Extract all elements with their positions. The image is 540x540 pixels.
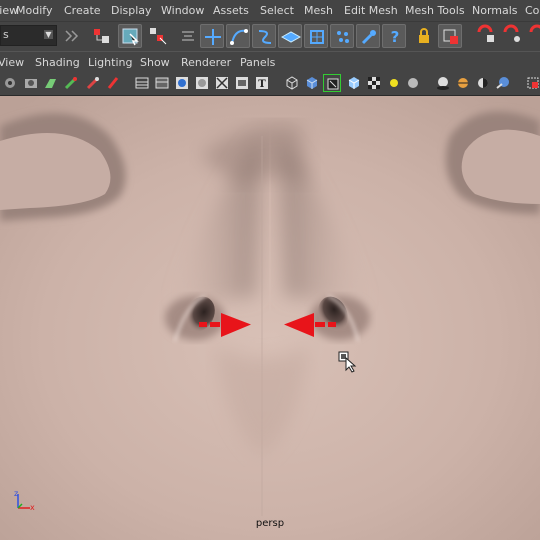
camera-name-label: persp [255,518,285,529]
menu-select[interactable]: Select [260,4,294,17]
cube-shaded-icon[interactable] [303,74,321,92]
select-component-icon[interactable] [146,24,170,48]
menu-create[interactable]: Create [64,4,101,17]
mouse-cursor-icon [338,351,357,373]
axis-z-label: z [14,489,19,498]
smooth-shade-icon[interactable] [153,74,171,92]
select-object-icon[interactable] [118,24,142,48]
menu-mesh[interactable]: Mesh [304,4,333,17]
svg-text:T: T [258,79,266,90]
panel-menu-show[interactable]: Show [140,56,170,69]
svg-text:?: ? [391,28,400,46]
axis-x-label: x [30,503,35,512]
motion-blur-icon[interactable] [474,74,492,92]
texture-icon[interactable] [213,74,231,92]
film-gate-icon[interactable] [62,74,80,92]
grid-icon[interactable] [104,74,122,92]
select-by-hierarchy-icon[interactable] [90,24,114,48]
checker-icon[interactable] [365,74,383,92]
cube-light-icon[interactable] [345,74,363,92]
main-menu-bar: View Modify Create Display Window Assets… [0,0,540,21]
snap-to-grid-icon[interactable] [200,24,224,48]
menu-window[interactable]: Window [161,4,204,17]
ipr-render-icon[interactable] [474,24,498,48]
light-grey-icon[interactable] [404,74,422,92]
history-filter-icon[interactable] [176,24,196,48]
cube-wire-icon[interactable] [283,74,301,92]
ambient-occlusion-icon[interactable] [454,74,472,92]
menu-mesh-tools[interactable]: Mesh Tools [405,4,465,17]
xray-icon[interactable] [193,74,211,92]
text-icon[interactable]: T [253,74,271,92]
render-icon[interactable] [330,24,354,48]
panel-menu-view[interactable]: View [0,56,24,69]
menu-assets[interactable]: Assets [213,4,249,17]
resolution-gate-icon[interactable] [84,74,102,92]
image-plane-icon[interactable] [42,74,60,92]
wireframe-icon[interactable] [133,74,151,92]
menu-set-dropdown[interactable]: s ▼ [0,25,57,46]
snap-to-curve-icon[interactable] [226,24,250,48]
menu-normals[interactable]: Normals [472,4,518,17]
chevron-down-icon: ▼ [44,30,53,39]
panel-menu-renderer[interactable]: Renderer [181,56,231,69]
bookmark-icon[interactable] [22,74,40,92]
gamma-icon[interactable] [524,74,540,92]
make-live-icon[interactable] [304,24,328,48]
panel-menu-bar: View Shading Lighting Show Renderer Pane… [0,51,540,72]
perspective-viewport[interactable]: z x persp [0,96,540,540]
render-view-icon[interactable] [526,24,540,48]
status-line-toolbar: s ▼ ? [0,21,540,52]
paint-select-icon[interactable] [356,24,380,48]
left-arrow-annotation-icon [284,313,336,337]
panel-menu-lighting[interactable]: Lighting [88,56,132,69]
render-settings-icon[interactable] [500,24,524,48]
menu-modify[interactable]: Modify [16,4,52,17]
menu-set-value: s [3,28,9,41]
lock-icon[interactable] [412,24,436,48]
menu-display[interactable]: Display [111,4,152,17]
menu-edit-mesh[interactable]: Edit Mesh [344,4,398,17]
isolate-select-icon[interactable] [323,74,341,92]
shadow-sphere-icon[interactable] [434,74,452,92]
panel-menu-panels[interactable]: Panels [240,56,275,69]
panel-menu-shading[interactable]: Shading [35,56,80,69]
selection-lock-icon[interactable] [438,24,462,48]
snap-to-point-icon[interactable] [252,24,276,48]
wireframe-on-shaded-icon[interactable] [173,74,191,92]
multisample-icon[interactable] [494,74,512,92]
input-arrow-icon[interactable] [60,24,80,48]
light-yellow-icon[interactable] [385,74,403,92]
panel-toolbar: T [0,71,540,96]
menu-color[interactable]: Col [525,4,540,17]
snap-to-view-plane-icon[interactable] [278,24,302,48]
camera-attributes-icon[interactable] [2,74,20,92]
help-icon[interactable]: ? [382,24,406,48]
face-model-render [0,96,540,540]
resolution-icon[interactable] [233,74,251,92]
right-arrow-annotation-icon [199,313,251,337]
